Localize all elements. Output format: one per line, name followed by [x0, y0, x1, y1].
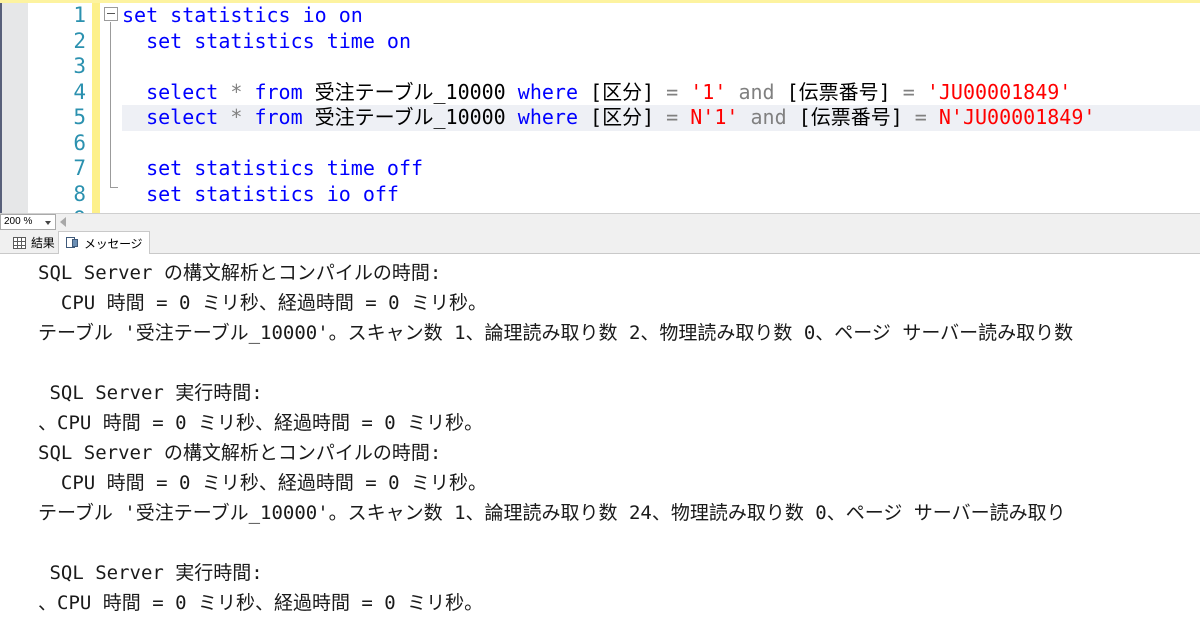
code-token: set statistics io on: [122, 3, 363, 27]
results-tab-strip: 結果 メッセージ: [0, 230, 1200, 254]
code-token: select: [122, 105, 219, 129]
code-token: N'1': [690, 105, 739, 129]
code-token: [伝票番号]: [774, 79, 903, 104]
message-line: テーブル '受注テーブル_10000'。スキャン数 1、論理読み取り数 2、物理…: [38, 322, 1074, 344]
message-line: SQL Server 実行時間:: [38, 382, 263, 404]
code-line[interactable]: set statistics io on: [122, 3, 1200, 29]
code-line[interactable]: select * from 受注テーブル_10000 where [区分] = …: [122, 105, 1200, 131]
message-line: SQL Server の構文解析とコンパイルの時間:: [38, 262, 442, 284]
collapse-minus-icon[interactable]: [104, 7, 118, 21]
code-token: and: [750, 105, 787, 129]
line-number: 8: [73, 181, 86, 206]
ssms-query-window: 123456789 set statistics io on set stati…: [0, 0, 1200, 629]
code-token: =: [666, 79, 679, 104]
message-line: [0, 618, 1200, 629]
line-number: 1: [73, 3, 86, 27]
zoom-level-dropdown[interactable]: 200 %: [0, 214, 56, 230]
code-token: =: [666, 105, 679, 129]
message-line: [0, 528, 1200, 558]
code-token: [伝票番号]: [786, 105, 915, 129]
code-line[interactable]: set statistics time off: [122, 156, 1200, 182]
message-line: CPU 時間 = 0 ミリ秒、経過時間 = 0 ミリ秒。: [38, 292, 488, 314]
message-line: CPU 時間 = 0 ミリ秒、経過時間 = 0 ミリ秒。: [38, 472, 488, 494]
code-token: where: [517, 105, 578, 129]
message-line: [0, 348, 1200, 378]
code-line[interactable]: set statistics io off: [122, 182, 1200, 208]
message-line: 、CPU 時間 = 0 ミリ秒、経過時間 = 0 ミリ秒。: [38, 592, 484, 614]
code-token: 'JU00001849': [926, 79, 1072, 104]
code-line[interactable]: set statistics time on: [122, 29, 1200, 55]
outlining-column[interactable]: [100, 3, 122, 213]
code-token: '1': [690, 79, 727, 104]
grid-icon: [13, 236, 26, 249]
message-line: SQL Server 実行時間:: [38, 562, 263, 584]
tab-messages[interactable]: メッセージ: [58, 231, 151, 254]
code-token: set statistics io off: [122, 181, 399, 206]
line-number-gutter: 123456789: [28, 3, 92, 213]
code-token: N'JU00001849': [938, 105, 1096, 129]
messages-icon: [66, 237, 79, 249]
editor-status-row: 200 %: [0, 213, 1200, 230]
message-line: 、CPU 時間 = 0 ミリ秒、経過時間 = 0 ミリ秒。: [38, 412, 484, 434]
line-number: 6: [73, 130, 86, 155]
line-number: 4: [73, 79, 86, 104]
code-line[interactable]: [122, 131, 1200, 157]
outline-region-line: [110, 22, 111, 188]
chevron-down-icon[interactable]: [45, 221, 51, 225]
outline-region-foot: [110, 187, 118, 188]
code-token: select: [122, 79, 219, 104]
code-token: *: [230, 79, 243, 104]
code-token: and: [738, 79, 775, 104]
code-token: =: [914, 105, 927, 129]
code-token: 受注テーブル_10000: [302, 105, 518, 129]
code-token: [区分]: [578, 105, 667, 129]
sql-code-text[interactable]: set statistics io on set statistics time…: [122, 3, 1200, 213]
line-number: 7: [73, 156, 86, 180]
code-token: =: [902, 79, 915, 104]
code-token: 受注テーブル_10000: [302, 79, 518, 104]
line-number: 3: [73, 54, 86, 78]
code-token: [区分]: [578, 79, 667, 104]
tab-results-label: 結果: [31, 236, 55, 250]
zoom-level-value: 200 %: [4, 216, 33, 227]
message-line: テーブル '受注テーブル_10000'。スキャン数 1、論理読み取り数 24、物…: [38, 502, 1066, 524]
code-line[interactable]: select * from 受注テーブル_10000 where [区分] = …: [122, 80, 1200, 106]
code-token: from: [254, 105, 303, 129]
tab-messages-label: メッセージ: [84, 236, 143, 251]
line-number: 2: [73, 28, 86, 53]
tab-results[interactable]: 結果: [6, 231, 61, 254]
code-line[interactable]: [122, 54, 1200, 80]
code-token: *: [230, 105, 243, 129]
code-token: from: [254, 79, 303, 104]
editor-change-bar: [92, 3, 100, 213]
code-token: set statistics time on: [122, 28, 411, 53]
code-token: set statistics time off: [122, 156, 424, 180]
code-token: where: [517, 79, 578, 104]
scroll-left-arrow-icon[interactable]: [60, 217, 66, 227]
message-line: SQL Server の構文解析とコンパイルの時間:: [38, 442, 442, 464]
editor-indicator-margin[interactable]: [0, 3, 28, 213]
messages-output-pane[interactable]: SQL Server の構文解析とコンパイルの時間: CPU 時間 = 0 ミリ…: [0, 254, 1200, 629]
line-number: 5: [73, 105, 86, 129]
sql-editor-pane[interactable]: 123456789 set statistics io on set stati…: [0, 3, 1200, 213]
